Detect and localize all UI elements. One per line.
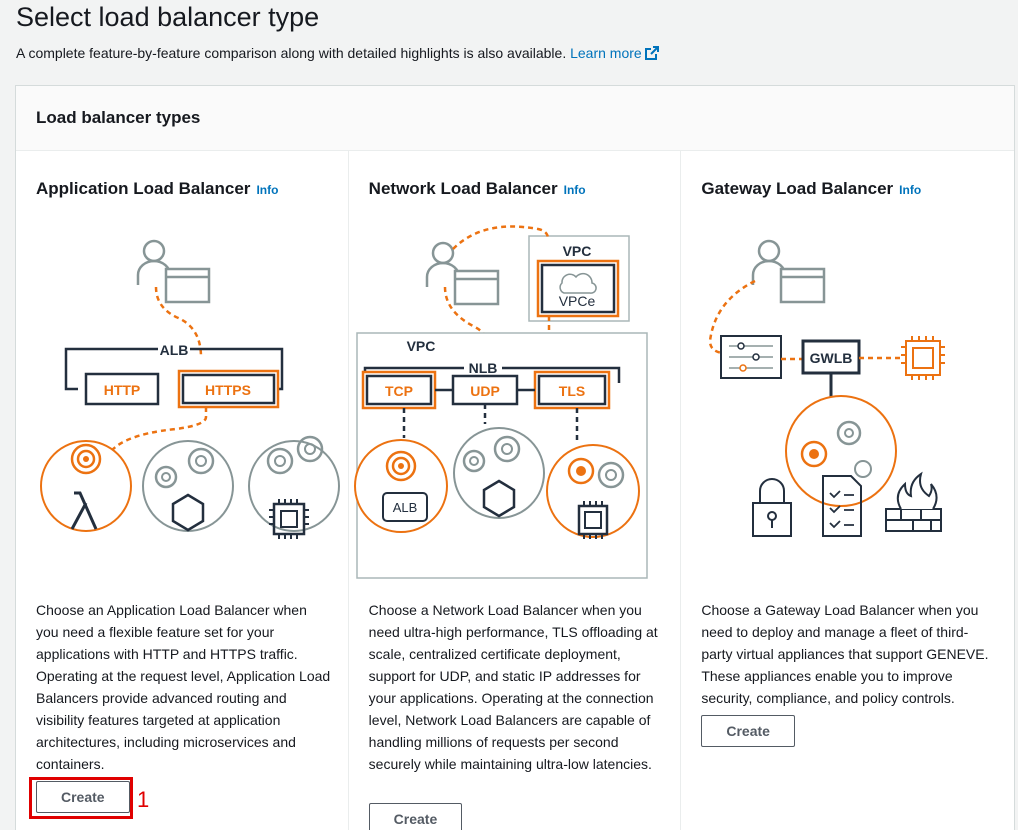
- gwlb-label: GWLB: [810, 350, 853, 366]
- alb-target-label: ALB: [392, 500, 417, 515]
- user-icon: [136, 239, 211, 304]
- vpc-label: VPC: [406, 338, 435, 354]
- page-title: Select load balancer type: [16, 2, 320, 32]
- filter-settings-icon: [720, 335, 783, 379]
- lambda-target-icon: [40, 440, 132, 532]
- firewall-icon: [885, 471, 943, 532]
- card-columns: Application Load Balancer Info ALB HTTP: [16, 151, 1014, 830]
- gwlb-card-title: Gateway Load Balancer Info: [701, 179, 921, 199]
- gwlb-description: Choose a Gateway Load Balancer when you …: [701, 602, 989, 706]
- vpc-top-label: VPC: [562, 243, 591, 259]
- gwlb-card: Gateway Load Balancer Info GWLB Choose a…: [681, 151, 1014, 830]
- alb-card: Application Load Balancer Info ALB HTTP: [16, 151, 349, 830]
- nlb-diagram: VPC VPCe VPC NLB TCP UDP TLS ALB: [353, 225, 648, 579]
- alb-title-text: Application Load Balancer: [36, 179, 251, 198]
- nlb-info-link[interactable]: Info: [564, 183, 586, 197]
- subtitle-text: A complete feature-by-feature comparison…: [16, 45, 567, 61]
- chip-target-icon: [545, 444, 640, 539]
- appliance-chip-icon: [901, 336, 946, 380]
- alb-label: ALB: [160, 342, 189, 358]
- alb-target-icon: ALB: [353, 439, 448, 533]
- nlb-title-text: Network Load Balancer: [368, 179, 558, 198]
- lock-icon: [752, 478, 793, 537]
- user-icon: [425, 241, 499, 306]
- gwlb-create-button[interactable]: Create: [701, 715, 795, 747]
- panel-title: Load balancer types: [36, 108, 201, 127]
- load-balancer-types-panel: Load balancer types Application Load Bal…: [15, 85, 1015, 830]
- gwlb-diagram: GWLB: [709, 239, 946, 537]
- chip-target-icon: [248, 435, 340, 539]
- learn-more-link[interactable]: Learn more: [570, 45, 659, 61]
- container-target-icon: [142, 440, 234, 532]
- panel-header: Load balancer types: [16, 86, 1014, 151]
- http-label: HTTP: [104, 382, 141, 398]
- nlb-label: NLB: [468, 360, 497, 376]
- https-label: HTTPS: [205, 382, 251, 398]
- nlb-create-button[interactable]: Create: [368, 803, 463, 830]
- alb-description: Choose an Application Load Balancer when…: [36, 602, 331, 772]
- alb-info-link[interactable]: Info: [256, 183, 278, 197]
- nlb-card-title: Network Load Balancer Info: [369, 179, 586, 199]
- page-subtitle: A complete feature-by-feature comparison…: [16, 44, 659, 64]
- annotation-highlight-box: [29, 777, 133, 819]
- nlb-card: Network Load Balancer Info VPC VPCe VPC …: [349, 151, 682, 830]
- tcp-label: TCP: [385, 383, 413, 399]
- learn-more-label: Learn more: [570, 45, 642, 61]
- alb-diagram: ALB HTTP HTTPS: [40, 239, 340, 539]
- gwlb-title-text: Gateway Load Balancer: [701, 179, 894, 198]
- alb-card-title: Application Load Balancer Info: [36, 179, 278, 199]
- user-icon: [752, 239, 826, 304]
- udp-label: UDP: [470, 383, 500, 399]
- tls-label: TLS: [558, 383, 584, 399]
- external-link-icon: [644, 46, 659, 64]
- gwlb-info-link[interactable]: Info: [899, 183, 921, 197]
- vpce-label: VPCe: [558, 293, 595, 309]
- container-target-icon: [452, 427, 545, 519]
- nlb-description: Choose a Network Load Balancer when you …: [368, 602, 658, 772]
- annotation-number: 1: [137, 787, 150, 812]
